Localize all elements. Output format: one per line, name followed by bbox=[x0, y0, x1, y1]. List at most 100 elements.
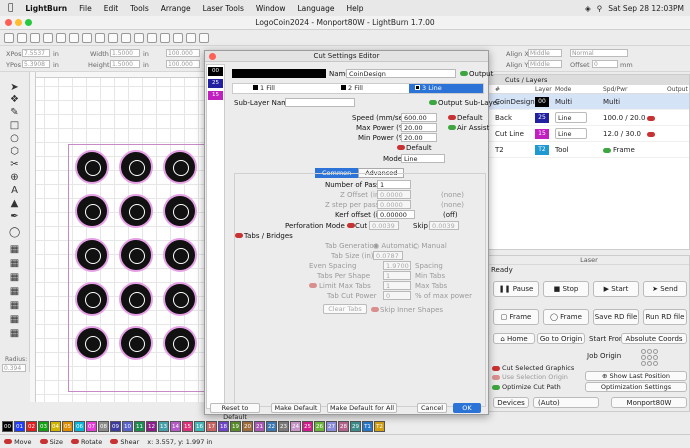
layer-mode-select[interactable]: Line bbox=[555, 128, 587, 139]
menu-edit[interactable]: Edit bbox=[98, 4, 125, 13]
palette-swatch[interactable]: 23 bbox=[278, 420, 289, 432]
palette-swatch[interactable]: 04 bbox=[50, 420, 61, 432]
skip-inner-shapes-toggle[interactable] bbox=[371, 307, 379, 312]
search-icon[interactable]: ⚲ bbox=[597, 4, 603, 13]
palette-swatch[interactable]: 22 bbox=[266, 420, 277, 432]
weld-icon[interactable]: ▦ bbox=[9, 272, 20, 283]
minimize-window-icon[interactable] bbox=[15, 19, 22, 26]
edit-nodes-icon[interactable]: ❖ bbox=[9, 94, 20, 105]
export-icon[interactable] bbox=[43, 32, 53, 43]
menu-arrange[interactable]: Arrange bbox=[155, 4, 197, 13]
radius-input[interactable]: 0.394 bbox=[2, 364, 26, 372]
send-button[interactable]: ➤ Send bbox=[643, 281, 687, 297]
scissors-icon[interactable]: ✂ bbox=[9, 159, 20, 170]
coin-design[interactable] bbox=[119, 282, 153, 316]
layer-row[interactable]: Cut Line 15 Line 12.0 / 30.0 bbox=[489, 126, 689, 142]
palette-swatch[interactable]: 09 bbox=[110, 420, 121, 432]
redo-icon[interactable] bbox=[108, 32, 118, 43]
palette-swatch[interactable]: 03 bbox=[38, 420, 49, 432]
cut-icon[interactable] bbox=[56, 32, 66, 43]
zoom-in-icon[interactable] bbox=[134, 32, 144, 43]
polygon-icon[interactable]: ⬡ bbox=[9, 146, 20, 157]
dialog-layer-item[interactable]: 25 bbox=[208, 79, 223, 88]
palette-swatch[interactable]: 27 bbox=[326, 420, 337, 432]
palette-swatch[interactable]: 18 bbox=[218, 420, 229, 432]
tab-cut-power-input[interactable]: 0 bbox=[383, 291, 411, 300]
align-y-select[interactable]: Middle bbox=[528, 60, 562, 68]
job-origin-grid[interactable] bbox=[641, 349, 659, 367]
start-from-select[interactable]: Absolute Coords bbox=[621, 333, 687, 344]
ok-button[interactable]: OK bbox=[453, 403, 481, 413]
mode-select[interactable]: Line bbox=[401, 154, 445, 163]
close-dialog-icon[interactable] bbox=[209, 53, 216, 60]
zoom-window-icon[interactable] bbox=[25, 19, 32, 26]
width-input[interactable]: 1.5000 bbox=[110, 49, 140, 57]
rectangle-icon[interactable]: □ bbox=[9, 120, 20, 131]
align-x-select[interactable]: Middle bbox=[528, 49, 562, 57]
palette-swatch[interactable]: T2 bbox=[374, 420, 385, 432]
origin-radio[interactable] bbox=[647, 349, 652, 354]
reset-to-default-button[interactable]: Reset to Default bbox=[210, 403, 260, 421]
palette-swatch[interactable]: 28 bbox=[338, 420, 349, 432]
grid-icon[interactable]: ▦ bbox=[9, 244, 20, 255]
min-power-input[interactable]: 20.00 bbox=[401, 133, 437, 142]
layer-row[interactable]: CoinDesign 00 Multi Multi bbox=[489, 94, 689, 110]
coin-design[interactable] bbox=[75, 194, 109, 228]
dialog-layer-item[interactable]: 00 bbox=[208, 67, 223, 76]
apple-icon[interactable]:  bbox=[0, 3, 19, 13]
text-icon[interactable]: A bbox=[9, 185, 20, 196]
origin-radio[interactable] bbox=[641, 361, 646, 366]
palette-swatch[interactable]: 19 bbox=[230, 420, 241, 432]
coin-design[interactable] bbox=[163, 238, 197, 272]
normal-select[interactable]: Normal bbox=[570, 49, 628, 57]
menu-file[interactable]: File bbox=[73, 4, 98, 13]
tab-size-input[interactable]: 0.0787 bbox=[373, 251, 403, 260]
layer-color-bar[interactable] bbox=[232, 69, 326, 78]
output-sublayer-toggle[interactable] bbox=[429, 100, 437, 105]
sub-layer-tab-fill-2[interactable]: 2 Fill bbox=[321, 84, 409, 93]
palette-swatch[interactable]: 20 bbox=[242, 420, 253, 432]
air-assist-toggle[interactable] bbox=[448, 125, 456, 130]
ellipse-icon[interactable]: ○ bbox=[9, 133, 20, 144]
port-select[interactable]: (Auto) bbox=[533, 397, 599, 408]
coin-design[interactable] bbox=[119, 150, 153, 184]
coin-design[interactable] bbox=[75, 238, 109, 272]
coin-design[interactable] bbox=[163, 150, 197, 184]
distribute-icon[interactable]: ▦ bbox=[9, 328, 20, 339]
limit-max-tabs-input[interactable]: 1 bbox=[383, 281, 411, 290]
origin-radio[interactable] bbox=[647, 355, 652, 360]
height-input[interactable]: 1.5000 bbox=[110, 60, 140, 68]
origin-radio[interactable] bbox=[653, 361, 658, 366]
clear-tabs-button[interactable]: Clear Tabs bbox=[323, 304, 367, 314]
coin-design[interactable] bbox=[163, 326, 197, 360]
palette-swatch[interactable]: 15 bbox=[182, 420, 193, 432]
palette-swatch[interactable]: T1 bbox=[362, 420, 373, 432]
cancel-button[interactable]: Cancel bbox=[417, 403, 447, 413]
xpos-input[interactable]: 7.5537 bbox=[22, 49, 50, 57]
tabs-bridges-toggle[interactable] bbox=[235, 233, 243, 238]
origin-radio[interactable] bbox=[653, 349, 658, 354]
palette-swatch[interactable]: 11 bbox=[134, 420, 145, 432]
measure-icon[interactable]: ▲ bbox=[9, 198, 20, 209]
perforation-skip-input[interactable]: 0.0039 bbox=[429, 221, 459, 230]
tab-gen-automatic-radio[interactable]: ◉ Automatic bbox=[373, 242, 417, 250]
menu-help[interactable]: Help bbox=[340, 4, 369, 13]
pen-icon[interactable]: ✒ bbox=[9, 211, 20, 222]
width-percent-input[interactable]: 100.000 bbox=[166, 49, 200, 57]
start-button[interactable]: ▶ Start bbox=[593, 281, 639, 297]
zoom-out-icon[interactable] bbox=[147, 32, 157, 43]
z-offset-input[interactable]: 0.0000 bbox=[377, 190, 411, 199]
perforation-cut-input[interactable]: 0.0039 bbox=[369, 221, 399, 230]
kerf-offset-input[interactable]: 0.00000 bbox=[377, 210, 415, 219]
frame-rect-button[interactable]: ▢ Frame bbox=[493, 309, 539, 325]
layer-row[interactable]: T2 T2 Tool Frame bbox=[489, 142, 689, 158]
coin-design[interactable] bbox=[75, 282, 109, 316]
palette-swatch[interactable]: 01 bbox=[14, 420, 25, 432]
palette-swatch[interactable]: 06 bbox=[74, 420, 85, 432]
pan-icon[interactable] bbox=[121, 32, 131, 43]
coin-design[interactable] bbox=[75, 326, 109, 360]
z-step-input[interactable]: 0.0000 bbox=[377, 200, 411, 209]
trace-icon[interactable] bbox=[186, 32, 196, 43]
palette-swatch[interactable]: 21 bbox=[254, 420, 265, 432]
shear-toggle[interactable]: Shear bbox=[110, 438, 139, 446]
